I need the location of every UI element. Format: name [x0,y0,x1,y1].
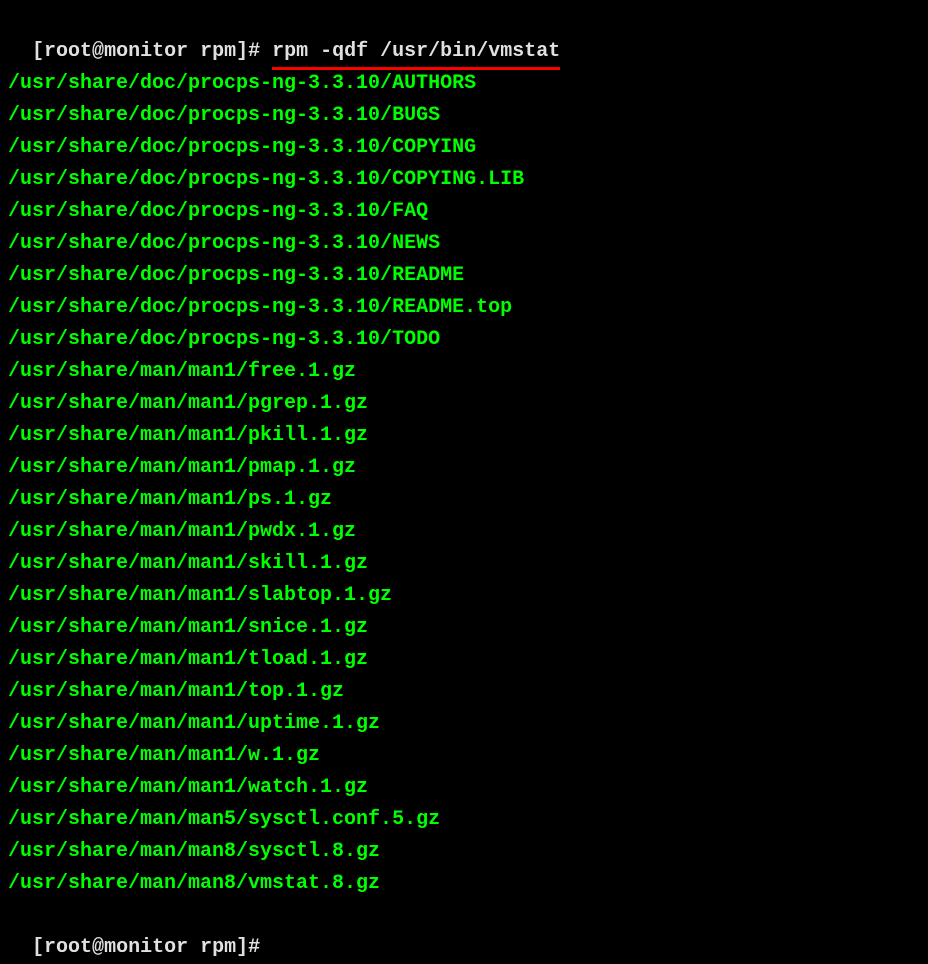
output-line: /usr/share/doc/procps-ng-3.3.10/COPYING.… [8,164,920,196]
command-output: /usr/share/doc/procps-ng-3.3.10/AUTHORS/… [8,68,920,900]
output-line: /usr/share/man/man1/pkill.1.gz [8,420,920,452]
output-line: /usr/share/man/man1/ps.1.gz [8,484,920,516]
output-line: /usr/share/doc/procps-ng-3.3.10/README [8,260,920,292]
output-line: /usr/share/man/man5/sysctl.conf.5.gz [8,804,920,836]
output-line: /usr/share/doc/procps-ng-3.3.10/COPYING [8,132,920,164]
command-highlight: rpm -qdf /usr/bin/vmstat [272,36,560,68]
prompt-user: root [44,40,92,63]
output-line: /usr/share/man/man1/watch.1.gz [8,772,920,804]
output-line: /usr/share/man/man1/snice.1.gz [8,612,920,644]
output-line: /usr/share/man/man1/slabtop.1.gz [8,580,920,612]
command-text: rpm -qdf /usr/bin/vmstat [272,40,560,63]
output-line: /usr/share/doc/procps-ng-3.3.10/AUTHORS [8,68,920,100]
output-line: /usr/share/doc/procps-ng-3.3.10/TODO [8,324,920,356]
output-line: /usr/share/doc/procps-ng-3.3.10/NEWS [8,228,920,260]
prompt-symbol: # [248,40,260,63]
prompt-dir: rpm [200,40,236,63]
prompt-host: monitor [104,40,188,63]
output-line: /usr/share/man/man1/uptime.1.gz [8,708,920,740]
output-line: /usr/share/doc/procps-ng-3.3.10/BUGS [8,100,920,132]
output-line: /usr/share/man/man1/skill.1.gz [8,548,920,580]
output-line: /usr/share/man/man1/tload.1.gz [8,644,920,676]
red-underline-annotation [272,67,560,70]
output-line: /usr/share/man/man1/w.1.gz [8,740,920,772]
output-line: /usr/share/man/man1/pmap.1.gz [8,452,920,484]
output-line: /usr/share/man/man1/pwdx.1.gz [8,516,920,548]
output-line: /usr/share/man/man1/free.1.gz [8,356,920,388]
prompt-symbol: # [248,936,260,959]
command-line[interactable]: [root@monitor rpm]# rpm -qdf /usr/bin/vm… [8,4,920,68]
output-line: /usr/share/man/man8/vmstat.8.gz [8,868,920,900]
output-line: /usr/share/doc/procps-ng-3.3.10/FAQ [8,196,920,228]
output-line: /usr/share/man/man1/top.1.gz [8,676,920,708]
output-line: /usr/share/man/man8/sysctl.8.gz [8,836,920,868]
prompt-dir: rpm [200,936,236,959]
shell-prompt: [root@monitor rpm]# [32,40,272,63]
next-prompt-line[interactable]: [root@monitor rpm]# [8,900,920,964]
shell-prompt: [root@monitor rpm]# [32,936,260,959]
output-line: /usr/share/man/man1/pgrep.1.gz [8,388,920,420]
prompt-host: monitor [104,936,188,959]
prompt-user: root [44,936,92,959]
output-line: /usr/share/doc/procps-ng-3.3.10/README.t… [8,292,920,324]
